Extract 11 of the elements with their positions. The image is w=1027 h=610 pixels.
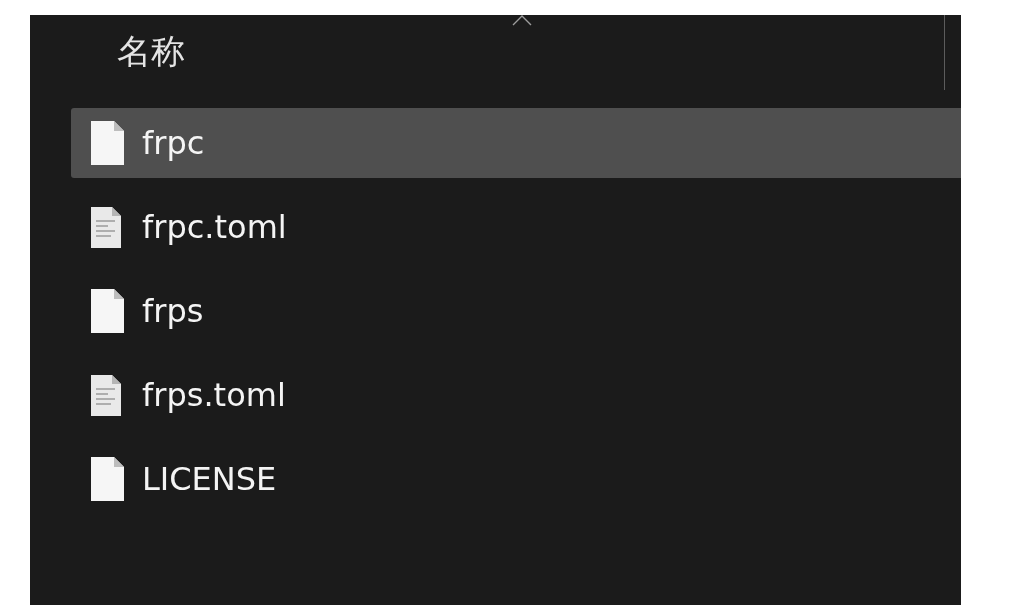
file-row[interactable]: frpc.toml	[71, 192, 961, 262]
text-file-icon	[91, 374, 121, 416]
file-row[interactable]: frpc	[71, 108, 961, 178]
text-file-icon	[91, 206, 121, 248]
file-icon	[91, 457, 124, 501]
file-icon	[91, 121, 124, 165]
file-row[interactable]: LICENSE	[71, 444, 961, 514]
file-row[interactable]: frps	[71, 276, 961, 346]
file-row[interactable]: frps.toml	[71, 360, 961, 430]
name-column-header[interactable]: 名称	[117, 31, 185, 72]
file-icon	[91, 289, 124, 333]
